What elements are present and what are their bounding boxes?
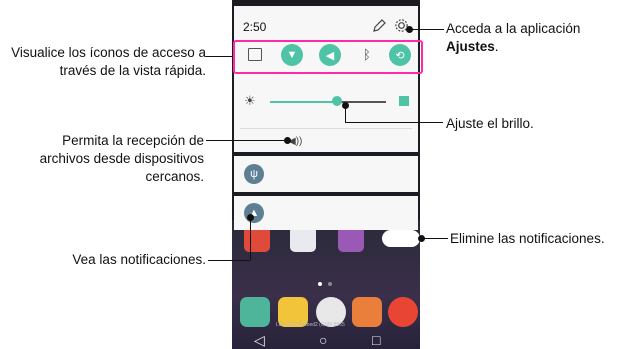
chrome-app-icon[interactable] [388, 297, 418, 327]
leader-line-notifications-view-vertical [250, 218, 251, 260]
callout-notifications-view: Vea las notificaciones. [72, 252, 206, 267]
status-time: 2:50 [243, 20, 267, 34]
callout-settings-bold: Ajustes [446, 39, 495, 54]
notification-card[interactable]: ▲ [234, 196, 418, 230]
clear-notifications-button[interactable] [382, 230, 420, 247]
usb-icon: ψ [244, 164, 264, 184]
callout-settings-suffix: . [494, 39, 499, 54]
leader-dot-notifications-view [247, 214, 254, 221]
brightness-slider-thumb[interactable] [332, 96, 342, 106]
leader-line-settings [410, 29, 444, 30]
notification-panel: 2:50 [234, 6, 418, 152]
home-button[interactable]: ○ [319, 332, 327, 348]
brightness-icon: ☀ [244, 93, 256, 108]
panel-divider [240, 128, 412, 129]
callout-nearby-files: Permita la recepción de archivos desde d… [39, 133, 204, 184]
phone-app-icon[interactable] [240, 297, 270, 327]
edit-icon[interactable] [372, 19, 386, 33]
leader-line-nearby-files [206, 140, 286, 141]
leader-line-brightness [345, 122, 443, 123]
leader-line-brightness-vertical [345, 106, 346, 122]
back-button[interactable]: ◁ [254, 332, 265, 349]
auto-brightness-checkbox[interactable] [399, 96, 409, 106]
carrier-text: LGE LTE Testbed2 (GSM 8965 [276, 322, 345, 328]
leader-dot-nearby-files [284, 137, 291, 144]
brightness-slider-track[interactable] [270, 96, 386, 106]
callout-settings-prefix: Acceda a la aplicación [446, 21, 581, 36]
callout-quick-access: Visualice los íconos de acceso a través … [11, 45, 206, 78]
notification-card[interactable]: ψ [234, 156, 418, 192]
quick-settings-highlight [233, 40, 423, 74]
callout-notifications-clear: Elimine las notificaciones. [450, 231, 605, 246]
leader-line-notifications-view [208, 260, 250, 261]
photos-app-icon[interactable] [352, 297, 382, 327]
callout-settings: Acceda a la aplicación Ajustes. [446, 20, 624, 56]
leader-line-quick-access [206, 56, 233, 57]
page-indicator [318, 282, 334, 286]
callout-brightness: Ajuste el brillo. [446, 116, 534, 131]
recents-button[interactable]: □ [372, 332, 380, 348]
leader-line-notifications-clear [422, 238, 448, 239]
warning-icon: ▲ [244, 203, 264, 223]
